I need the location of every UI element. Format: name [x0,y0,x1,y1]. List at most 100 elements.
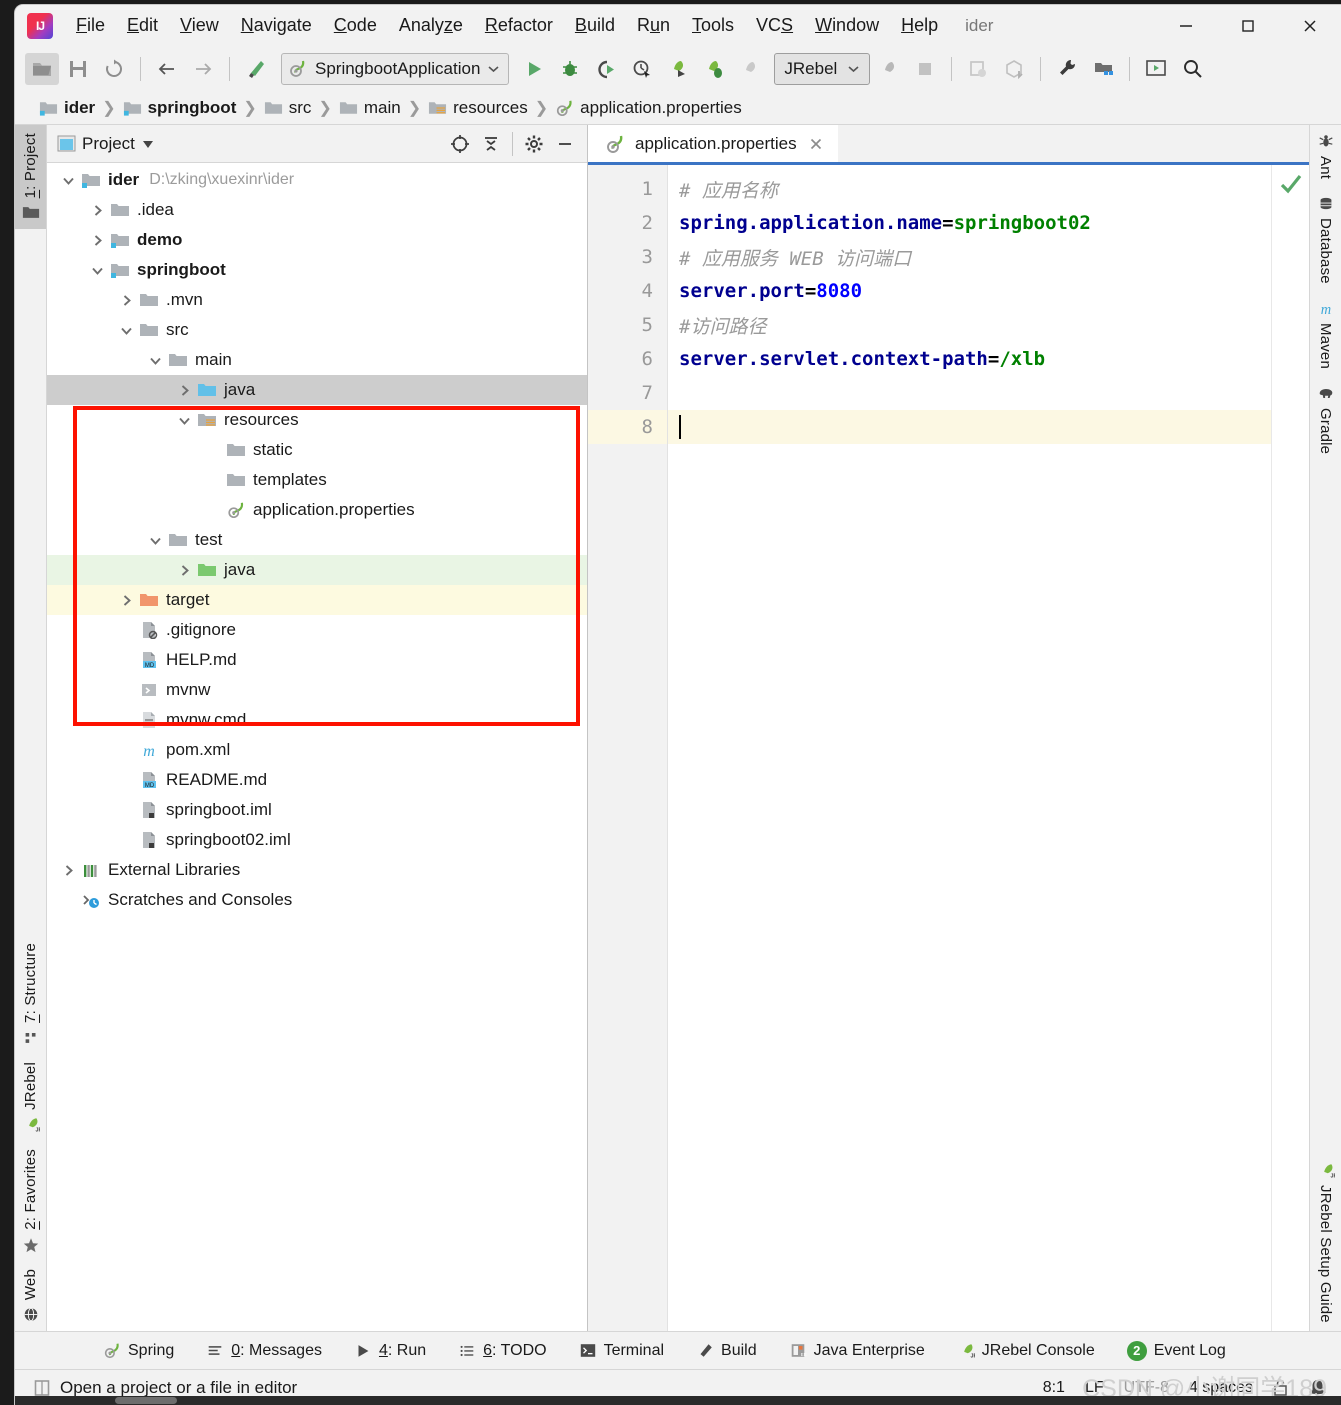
maximize-button[interactable] [1217,5,1279,46]
tool-window-button-spring[interactable]: Spring [87,1338,190,1364]
tree-expander-collapse-icon[interactable] [57,174,79,187]
jrebel-run-icon[interactable] [661,53,695,85]
profile-icon[interactable] [625,53,659,85]
tree-node-main[interactable]: main [47,345,587,375]
open-project-icon[interactable] [25,52,59,85]
editor-tab-application-properties[interactable]: application.properties [588,125,838,162]
code-line[interactable]: # 应用服务 WEB 访问端口 [668,240,1271,274]
unlocked-icon[interactable] [1273,1379,1288,1397]
tree-node-java[interactable]: java [47,375,587,405]
code-line[interactable]: spring.application.name = springboot02 [668,206,1271,240]
project-tree[interactable]: ider D:\zking\xuexinr\ider .idea demo spring… [47,163,587,1331]
horizontal-scrollbar[interactable] [15,1396,1341,1405]
breadcrumb-item-springboot[interactable]: springboot [123,98,236,118]
tree-expander-collapse-icon[interactable] [173,414,195,427]
debug-icon[interactable] [553,53,587,85]
tree-node-mvnw-cmd[interactable]: mvnw.cmd [47,705,587,735]
build-hammer-icon[interactable] [239,53,273,85]
line-separator[interactable]: LF [1085,1379,1104,1397]
tree-node-springboot02-iml[interactable]: springboot02.iml [47,825,587,855]
file-encoding[interactable]: UTF-8 [1124,1379,1169,1397]
search-everywhere-icon[interactable] [1175,53,1209,85]
menu-analyze[interactable]: Analyze [388,11,474,40]
indent-setting[interactable]: 4 spaces [1189,1379,1253,1397]
tree-node-java[interactable]: java [47,555,587,585]
code-line[interactable] [668,410,1271,444]
jrebel-stop-icon[interactable] [872,53,906,85]
menu-vcs[interactable]: VCS [745,11,804,40]
tree-node-pom-xml[interactable]: m pom.xml [47,735,587,765]
tree-node-static[interactable]: static [47,435,587,465]
menu-navigate[interactable]: Navigate [230,11,323,40]
menu-run[interactable]: Run [626,11,681,40]
code-line[interactable]: server.servlet.context-path =/xlb [668,342,1271,376]
breadcrumb-item-resources[interactable]: resources [428,98,528,118]
tree-node--idea[interactable]: .idea [47,195,587,225]
menu-refactor[interactable]: Refactor [474,11,564,40]
project-structure-icon[interactable] [1086,53,1120,85]
back-icon[interactable] [150,53,184,85]
save-all-icon[interactable] [61,53,95,85]
tree-node-templates[interactable]: templates [47,465,587,495]
stripe-button-database[interactable]: Database [1310,187,1341,292]
select-opened-file-icon[interactable] [446,130,474,158]
tool-window-button-0--messages[interactable]: 0: Messages [190,1338,338,1364]
tree-expander-expand-icon[interactable] [86,234,108,247]
close-icon[interactable] [806,134,826,154]
close-button[interactable] [1279,5,1341,46]
stripe-button-jrebel[interactable]: JRebel JR [15,1054,46,1141]
tree-expander-collapse-icon[interactable] [144,534,166,547]
menu-view[interactable]: View [169,11,230,40]
tree-node-resources[interactable]: resources [47,405,587,435]
tool-window-button-java-enterprise[interactable]: EE Java Enterprise [773,1338,941,1364]
tree-node-ider[interactable]: ider D:\zking\xuexinr\ider [47,165,587,195]
hide-panel-icon[interactable] [551,130,579,158]
stop-icon[interactable] [908,53,942,85]
jrebel-mode-selector[interactable]: JRebel [774,52,871,85]
code-content[interactable]: # 应用名称 spring.application.name = springboot… [668,165,1271,1331]
minimize-button[interactable] [1155,5,1217,46]
stripe-button-maven[interactable]: m Maven [1310,292,1341,377]
tree-expander-expand-icon[interactable] [115,294,137,307]
settings-gear-icon[interactable] [520,130,548,158]
tree-node-springboot[interactable]: springboot [47,255,587,285]
collapse-all-icon[interactable] [477,130,505,158]
caret-position[interactable]: 8:1 [1043,1379,1065,1397]
menu-tools[interactable]: Tools [681,11,745,40]
tool-window-button-build[interactable]: Build [680,1338,773,1364]
breadcrumb-item-src[interactable]: src [264,98,311,118]
tool-window-button-event-log[interactable]: 2 Event Log [1111,1337,1242,1365]
code-line[interactable]: server.port = 8080 [668,274,1271,308]
run-configuration-selector[interactable]: SpringbootApplication [281,52,510,85]
code-line[interactable]: # 应用名称 [668,172,1271,206]
tree-expander-collapse-icon[interactable] [86,264,108,277]
tree-expander-expand-icon[interactable] [173,384,195,397]
jrebel-disabled-icon[interactable] [733,53,767,85]
tree-node-readme-md[interactable]: MD README.md [47,765,587,795]
menu-file[interactable]: File [65,11,116,40]
tool-window-button-6--todo[interactable]: 6: TODO [442,1338,562,1364]
tree-expander-expand-icon[interactable] [173,564,195,577]
stripe-button-7--structure[interactable]: 7: Structure [15,935,46,1054]
tree-node-target[interactable]: target [47,585,587,615]
menu-code[interactable]: Code [323,11,388,40]
stripe-button-2--favorites[interactable]: 2: Favorites [15,1141,46,1261]
presentation-icon[interactable] [1139,53,1173,85]
breadcrumb-item-ider[interactable]: ider [39,98,95,118]
tree-expander-expand-icon[interactable] [86,204,108,217]
menu-help[interactable]: Help [890,11,949,40]
tree-node--mvn[interactable]: .mvn [47,285,587,315]
tree-node-help-md[interactable]: MD HELP.md [47,645,587,675]
menu-build[interactable]: Build [564,11,626,40]
code-line[interactable] [668,376,1271,410]
tree-node-src[interactable]: src [47,315,587,345]
tree-node-mvnw[interactable]: mvnw [47,675,587,705]
tree-expander-expand-icon[interactable] [115,594,137,607]
tree-expander-collapse-icon[interactable] [115,324,137,337]
tree-node-scratches-and-consoles[interactable]: Scratches and Consoles [47,885,587,915]
tool-window-button-4--run[interactable]: 4: Run [338,1338,442,1364]
breadcrumb-item-application-properties[interactable]: application.properties [555,98,742,118]
commit-icon[interactable] [997,53,1031,85]
settings-wrench-icon[interactable] [1050,53,1084,85]
sync-icon[interactable] [97,53,131,85]
